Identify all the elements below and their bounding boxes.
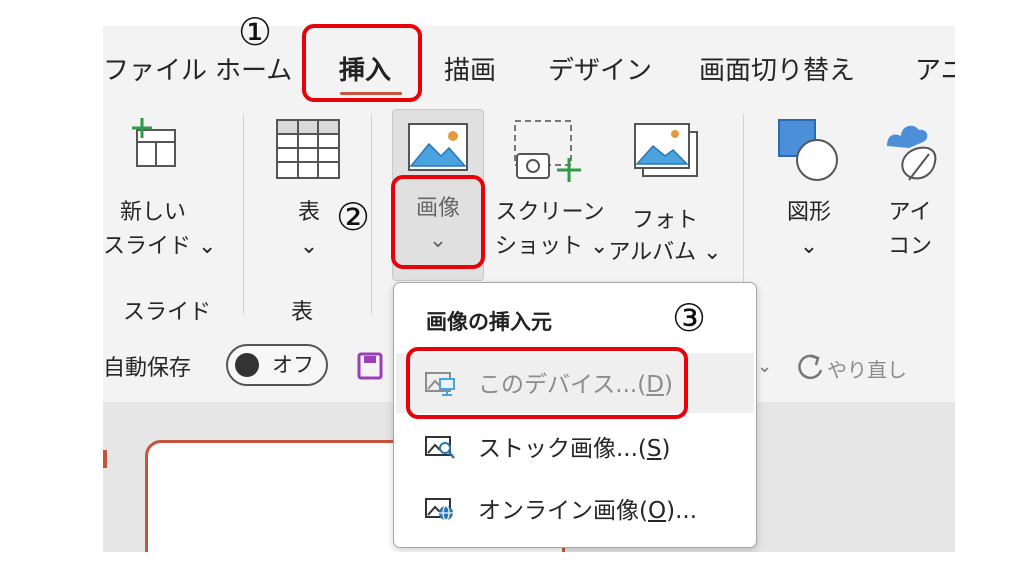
- table-icon: [276, 119, 340, 179]
- highlight-this-device: [406, 347, 688, 419]
- photo-album-button[interactable]: フォト アルバム ⌄: [605, 114, 725, 274]
- stock-image-icon: [425, 436, 455, 459]
- photo-album-label-2: アルバム ⌄: [608, 240, 722, 265]
- new-slide-icon: [132, 118, 176, 167]
- step-3-marker: ③: [672, 296, 707, 340]
- screenshot-label-1: スクリーン: [495, 200, 605, 225]
- step-1-marker: ①: [238, 10, 273, 54]
- highlight-insert-tab: [302, 24, 422, 102]
- group-separator: [243, 114, 244, 314]
- undo-dropdown-chevron-icon[interactable]: ⌄: [757, 356, 772, 377]
- menu-item-label: オンライン画像(O)...: [478, 498, 697, 524]
- tab-home[interactable]: ホーム: [215, 54, 292, 88]
- menu-item-label: ストック画像...(S): [478, 436, 671, 462]
- screenshot-button[interactable]: スクリーン ショット ⌄: [495, 114, 609, 274]
- shapes-dropdown-chevron: ⌄: [799, 234, 819, 259]
- picture-icon: [408, 123, 468, 171]
- tab-file[interactable]: ファイル: [103, 54, 207, 88]
- tab-transitions[interactable]: 画面切り替え: [699, 54, 855, 88]
- group-label-slides: スライド: [123, 300, 212, 325]
- menu-header: 画像の挿入元: [426, 310, 552, 334]
- tab-animations[interactable]: アニ: [915, 54, 955, 88]
- menu-item-stock-images[interactable]: ストック画像...(S): [396, 417, 754, 477]
- online-image-icon: [425, 498, 453, 521]
- autosave-toggle[interactable]: オフ: [226, 344, 328, 386]
- icons-label-2: コン: [887, 234, 932, 259]
- thumbnail-edge: [103, 450, 107, 468]
- screenshot-label-2: ショット ⌄: [495, 234, 609, 259]
- tab-design[interactable]: デザイン: [548, 54, 652, 88]
- group-label-tables: 表: [291, 300, 314, 325]
- save-icon[interactable]: [357, 352, 383, 380]
- powerpoint-window: ファイル ホーム 挿入 描画 デザイン 画面切り替え アニ 新しい スライド ⌄…: [103, 26, 955, 552]
- redo-icon[interactable]: [793, 350, 827, 384]
- new-slide-label-1: 新しい: [119, 200, 186, 225]
- autosave-label: 自動保存: [103, 356, 192, 381]
- group-separator: [371, 114, 372, 314]
- toggle-knob: [235, 353, 259, 377]
- step-2-marker: ②: [336, 195, 371, 239]
- shapes-icon: [778, 119, 838, 181]
- screenshot-icon: [514, 120, 581, 182]
- autosave-state: オフ: [272, 353, 314, 377]
- new-slide-label-2: スライド ⌄: [103, 234, 217, 259]
- icons-label-1: アイ: [888, 200, 932, 225]
- shapes-label: 図形: [786, 200, 831, 225]
- menu-item-online-images[interactable]: オンライン画像(O)...: [396, 479, 754, 539]
- icons-button[interactable]: アイ コン: [873, 114, 947, 274]
- icons-insert-icon: [887, 125, 937, 181]
- photo-album-icon: [634, 123, 698, 177]
- photo-album-label-1: フォト: [631, 208, 698, 233]
- new-slide-button[interactable]: 新しい スライド ⌄: [103, 114, 217, 274]
- shapes-button[interactable]: 図形 ⌄: [771, 114, 847, 274]
- table-button[interactable]: 表 ⌄: [265, 114, 353, 274]
- tab-draw[interactable]: 描画: [444, 54, 496, 88]
- highlight-image-button: [391, 175, 485, 269]
- redo-label[interactable]: やり直し: [827, 354, 907, 383]
